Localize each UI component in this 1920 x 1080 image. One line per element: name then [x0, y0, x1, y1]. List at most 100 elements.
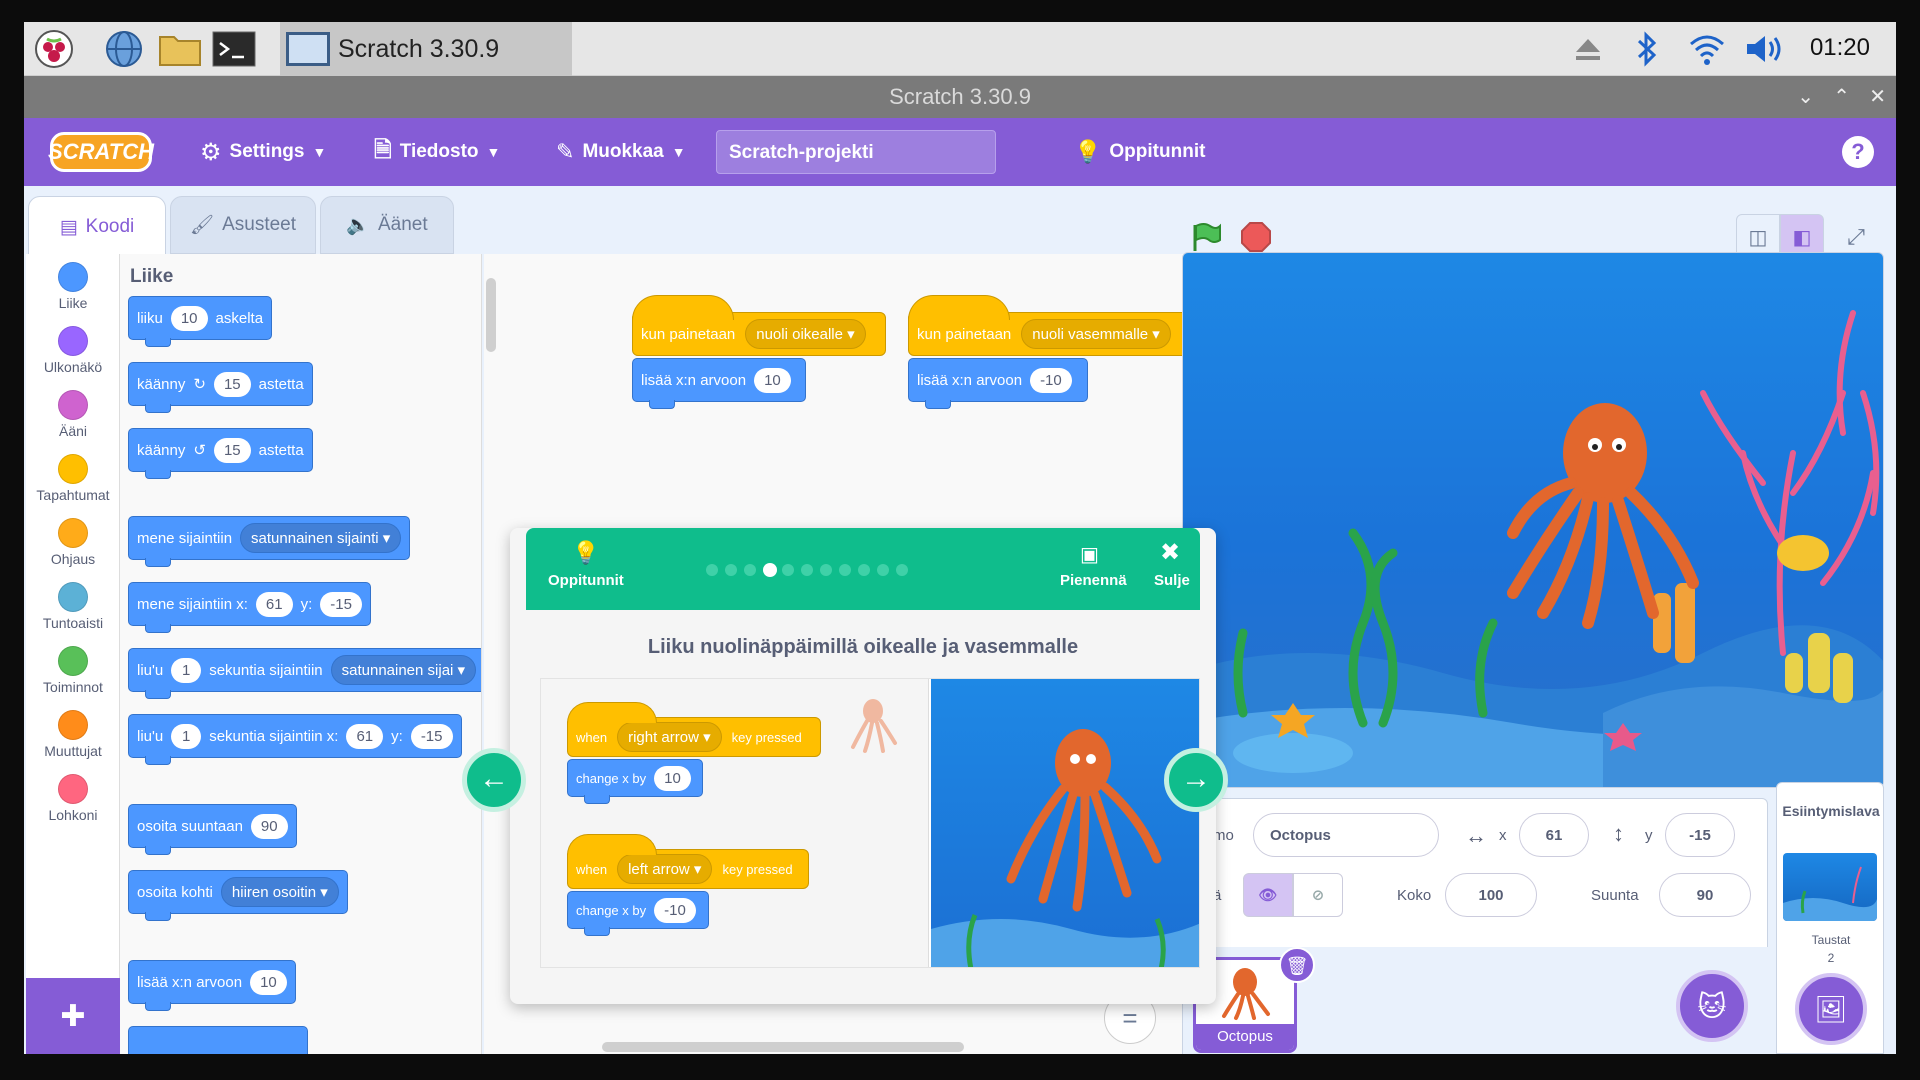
category-looks[interactable]: Ulkonäkö — [26, 326, 120, 375]
change-x-block[interactable]: lisää x:n arvoon 10 — [128, 960, 296, 1011]
glide-to-block[interactable]: liu'u 1 sekuntia sijaintiin satunnainen sij… — [128, 648, 481, 699]
x-input[interactable]: 61 — [255, 591, 293, 617]
category-control[interactable]: Ohjaus — [26, 518, 120, 567]
target-dropdown[interactable]: satunnainen sijai — [330, 655, 477, 685]
browser-globe-icon[interactable] — [102, 28, 146, 70]
x-input[interactable]: 61 — [1519, 813, 1589, 857]
y-input[interactable]: -15 — [1665, 813, 1735, 857]
category-variables[interactable]: Muuttujat — [26, 710, 120, 759]
example-hat-block: when left arrow key pressed — [567, 834, 809, 889]
change-x-block[interactable]: lisää x:n arvoon -10 — [908, 358, 1088, 409]
value-input[interactable]: 10 — [250, 969, 287, 995]
sprite-name-input[interactable]: Octopus — [1253, 813, 1439, 857]
shrink-button[interactable]: ▣ Pienennä — [1050, 528, 1134, 610]
value-input[interactable]: 10 — [754, 367, 791, 393]
target-dropdown[interactable]: hiiren osoitin — [220, 877, 339, 907]
step-dot[interactable] — [877, 564, 889, 576]
category-sensing[interactable]: Tuntoaisti — [26, 582, 120, 631]
step-dot[interactable] — [763, 563, 777, 577]
step-dot[interactable] — [820, 564, 832, 576]
help-icon[interactable]: ? — [1842, 136, 1874, 168]
target-dropdown[interactable]: satunnainen sijainti — [240, 523, 402, 553]
add-extension-button[interactable]: ✚ — [26, 978, 120, 1054]
step-dot[interactable] — [858, 564, 870, 576]
previous-step-button[interactable]: ← — [462, 748, 526, 812]
turn-right-block[interactable]: käänny ↻ 15 astetta — [128, 362, 313, 413]
tutorials-menu[interactable]: 💡 Oppitunnit — [1074, 118, 1205, 186]
maximize-icon[interactable]: ⌃ — [1833, 76, 1850, 118]
octopus-sprite[interactable] — [1507, 403, 1699, 629]
key-dropdown[interactable]: nuoli vasemmalle — [1021, 319, 1171, 349]
event-hat-block[interactable]: kun painetaan nuoli vasemmalle — [908, 295, 1192, 356]
size-input[interactable]: 100 — [1445, 873, 1537, 917]
project-title-input[interactable]: Scratch-projekti — [716, 130, 996, 174]
value-input[interactable]: 15 — [213, 437, 251, 463]
category-operators[interactable]: Toiminnot — [26, 646, 120, 695]
move-steps-block[interactable]: liiku 10 askelta — [128, 296, 273, 347]
backdrop-thumbnail[interactable] — [1783, 853, 1877, 921]
step-dot[interactable] — [706, 564, 718, 576]
change-x-block[interactable]: lisää x:n arvoon 10 — [632, 358, 806, 409]
point-towards-block[interactable]: osoita kohti hiiren osoitin — [128, 870, 348, 921]
add-sprite-button[interactable]: 🐱 — [1676, 970, 1748, 1042]
file-manager-folder-icon[interactable] — [158, 28, 202, 70]
close-tutorial-button[interactable]: ✖ Sulje — [1146, 528, 1200, 610]
tab-code[interactable]: ▤ Koodi — [28, 196, 166, 258]
y-input[interactable]: -15 — [320, 591, 362, 617]
eject-icon[interactable] — [1570, 30, 1606, 68]
stage-backdrop-pane[interactable]: Esiintymislava Taustat 2 🖼 — [1776, 782, 1884, 1054]
value-input[interactable]: 90 — [250, 813, 288, 839]
value-input[interactable]: -10 — [1030, 367, 1072, 393]
palette-scrollbar[interactable] — [486, 278, 496, 352]
settings-menu[interactable]: ⚙ Settings ▼ — [200, 118, 326, 186]
tutorials-button[interactable]: 💡 Oppitunnit — [540, 528, 630, 610]
palette-block[interactable] — [128, 1026, 308, 1054]
clock[interactable]: 01:20 — [1810, 34, 1870, 62]
value-input[interactable]: 15 — [213, 371, 251, 397]
tab-sounds[interactable]: 🔈 Äänet — [320, 196, 454, 254]
volume-icon[interactable] — [1742, 30, 1786, 68]
add-backdrop-button[interactable]: 🖼 — [1795, 973, 1867, 1045]
step-dot[interactable] — [801, 564, 813, 576]
raspberry-menu-icon[interactable] — [32, 28, 76, 70]
tab-costumes[interactable]: 🖌 Asusteet — [170, 196, 316, 254]
bluetooth-icon[interactable] — [1632, 30, 1662, 68]
minimize-icon[interactable]: ⌄ — [1797, 76, 1814, 118]
file-menu[interactable]: 🗎 Tiedosto ▼ — [374, 118, 500, 186]
category-events[interactable]: Tapahtumat — [26, 454, 120, 503]
go-to-xy-block[interactable]: mene sijaintiin x: 61 y: -15 — [128, 582, 371, 633]
step-dot[interactable] — [744, 564, 756, 576]
direction-input[interactable]: 90 — [1659, 873, 1751, 917]
category-my-blocks[interactable]: Lohkoni — [26, 774, 120, 823]
x-input[interactable]: 61 — [346, 723, 384, 749]
wifi-icon[interactable] — [1686, 30, 1728, 68]
delete-sprite-button[interactable]: 🗑 — [1279, 947, 1315, 983]
close-window-icon[interactable]: ✕ — [1869, 76, 1886, 118]
add-extension-icon: ✚ — [60, 999, 86, 1033]
key-dropdown[interactable]: nuoli oikealle — [745, 319, 866, 349]
terminal-icon[interactable] — [212, 28, 256, 70]
step-dot[interactable] — [782, 564, 794, 576]
value-input[interactable]: 1 — [171, 723, 202, 749]
script-horizontal-scrollbar[interactable] — [602, 1042, 964, 1052]
step-dot[interactable] — [725, 564, 737, 576]
event-hat-block[interactable]: kun painetaan nuoli oikealle — [632, 295, 886, 356]
edit-menu[interactable]: ✎ Muokkaa ▼ — [556, 118, 686, 186]
stage[interactable] — [1182, 252, 1884, 788]
turn-left-block[interactable]: käänny ↺ 15 astetta — [128, 428, 313, 479]
category-motion[interactable]: Liike — [26, 262, 120, 311]
hide-button[interactable]: ⊘ — [1293, 873, 1343, 917]
next-step-button[interactable]: → — [1164, 748, 1228, 812]
step-dot[interactable] — [896, 564, 908, 576]
value-input[interactable]: 10 — [170, 305, 208, 331]
point-direction-block[interactable]: osoita suuntaan 90 — [128, 804, 297, 855]
go-to-block[interactable]: mene sijaintiin satunnainen sijainti — [128, 516, 411, 567]
y-input[interactable]: -15 — [410, 723, 453, 749]
category-sound[interactable]: Ääni — [26, 390, 120, 439]
taskbar-app-scratch[interactable]: Scratch 3.30.9 — [280, 22, 572, 76]
scratch-logo[interactable]: SCRATCH — [48, 132, 154, 172]
step-dot[interactable] — [839, 564, 851, 576]
show-visible-button[interactable]: 👁 — [1243, 873, 1293, 917]
glide-to-xy-block[interactable]: liu'u 1 sekuntia sijaintiin x: 61 y: -15 — [128, 714, 462, 765]
value-input[interactable]: 1 — [171, 657, 202, 683]
